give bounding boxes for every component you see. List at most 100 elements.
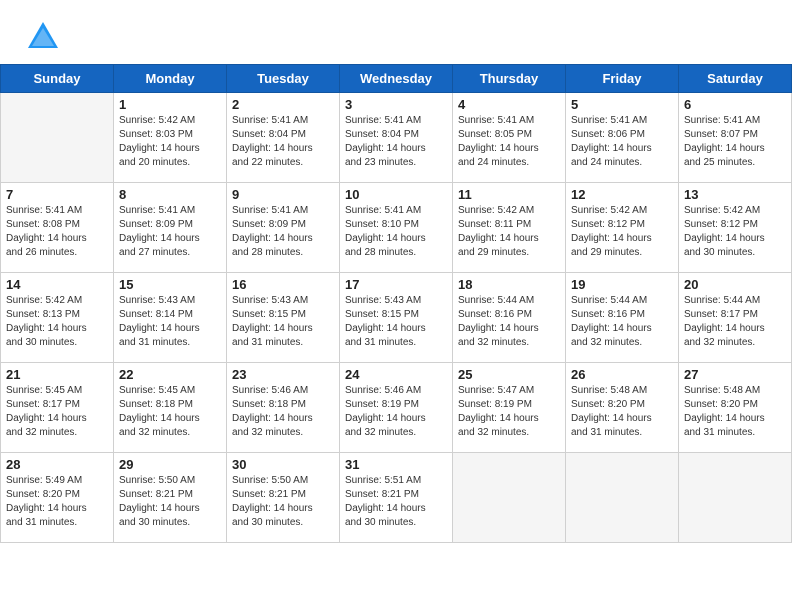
day-number: 25 <box>458 367 560 382</box>
day-info: Sunrise: 5:47 AMSunset: 8:19 PMDaylight:… <box>458 384 560 440</box>
page-header <box>0 0 792 64</box>
day-cell: 26 Sunrise: 5:48 AMSunset: 8:20 PMDayligh… <box>566 363 679 453</box>
day-number: 9 <box>232 187 334 202</box>
weekday-header-friday: Friday <box>566 65 679 93</box>
day-cell: 4Sunrise: 5:41 AMSunset: 8:05 PMDaylight… <box>453 93 566 183</box>
day-cell: 28 Sunrise: 5:49 AMSunset: 8:20 PMDayligh… <box>1 453 114 543</box>
day-cell: 22Sunrise: 5:45 AMSunset: 8:18 PMDayligh… <box>114 363 227 453</box>
week-row-5: 28 Sunrise: 5:49 AMSunset: 8:20 PMDayligh… <box>1 453 792 543</box>
day-cell: 1Sunrise: 5:42 AMSunset: 8:03 PMDaylight… <box>114 93 227 183</box>
day-info: Sunrise: 5:50 AMSunset: 8:21 PMDaylight:… <box>119 474 221 530</box>
day-info: Sunrise: 5:42 AMSunset: 8:12 PMDaylight:… <box>684 204 786 260</box>
day-cell: 7Sunrise: 5:41 AMSunset: 8:08 PMDaylight… <box>1 183 114 273</box>
day-number: 5 <box>571 97 673 112</box>
day-number: 13 <box>684 187 786 202</box>
day-number: 14 <box>6 277 108 292</box>
day-info: Sunrise: 5:41 AMSunset: 8:07 PMDaylight:… <box>684 114 786 170</box>
logo-icon <box>24 18 62 56</box>
weekday-header-row: SundayMondayTuesdayWednesdayThursdayFrid… <box>1 65 792 93</box>
day-info: Sunrise: 5:43 AMSunset: 8:15 PMDaylight:… <box>232 294 334 350</box>
day-cell: 11 Sunrise: 5:42 AMSunset: 8:11 PMDayligh… <box>453 183 566 273</box>
week-row-1: 1Sunrise: 5:42 AMSunset: 8:03 PMDaylight… <box>1 93 792 183</box>
day-cell: 5 Sunrise: 5:41 AMSunset: 8:06 PMDaylight… <box>566 93 679 183</box>
day-number: 3 <box>345 97 447 112</box>
day-cell: 13 Sunrise: 5:42 AMSunset: 8:12 PMDayligh… <box>679 183 792 273</box>
day-number: 29 <box>119 457 221 472</box>
day-cell: 31 Sunrise: 5:51 AMSunset: 8:21 PMDayligh… <box>340 453 453 543</box>
day-info: Sunrise: 5:45 AMSunset: 8:17 PMDaylight:… <box>6 384 108 440</box>
logo <box>24 18 64 56</box>
day-info: Sunrise: 5:44 AMSunset: 8:17 PMDaylight:… <box>684 294 786 350</box>
day-info: Sunrise: 5:49 AMSunset: 8:20 PMDaylight:… <box>6 474 108 530</box>
day-info: Sunrise: 5:42 AMSunset: 8:11 PMDaylight:… <box>458 204 560 260</box>
day-cell: 8Sunrise: 5:41 AMSunset: 8:09 PMDaylight… <box>114 183 227 273</box>
day-cell: 27 Sunrise: 5:48 AMSunset: 8:20 PMDayligh… <box>679 363 792 453</box>
day-number: 30 <box>232 457 334 472</box>
day-number: 16 <box>232 277 334 292</box>
day-cell: 10 Sunrise: 5:41 AMSunset: 8:10 PMDayligh… <box>340 183 453 273</box>
day-cell: 15 Sunrise: 5:43 AMSunset: 8:14 PMDayligh… <box>114 273 227 363</box>
day-cell: 16 Sunrise: 5:43 AMSunset: 8:15 PMDayligh… <box>227 273 340 363</box>
weekday-header-sunday: Sunday <box>1 65 114 93</box>
day-number: 11 <box>458 187 560 202</box>
weekday-header-tuesday: Tuesday <box>227 65 340 93</box>
day-number: 2 <box>232 97 334 112</box>
day-cell: 20Sunrise: 5:44 AMSunset: 8:17 PMDayligh… <box>679 273 792 363</box>
day-number: 15 <box>119 277 221 292</box>
day-number: 28 <box>6 457 108 472</box>
day-number: 23 <box>232 367 334 382</box>
day-info: Sunrise: 5:46 AMSunset: 8:18 PMDaylight:… <box>232 384 334 440</box>
day-info: Sunrise: 5:51 AMSunset: 8:21 PMDaylight:… <box>345 474 447 530</box>
week-row-4: 21 Sunrise: 5:45 AMSunset: 8:17 PMDayligh… <box>1 363 792 453</box>
day-number: 12 <box>571 187 673 202</box>
day-info: Sunrise: 5:46 AMSunset: 8:19 PMDaylight:… <box>345 384 447 440</box>
day-number: 7 <box>6 187 108 202</box>
day-number: 31 <box>345 457 447 472</box>
day-info: Sunrise: 5:41 AMSunset: 8:04 PMDaylight:… <box>232 114 334 170</box>
day-info: Sunrise: 5:45 AMSunset: 8:18 PMDaylight:… <box>119 384 221 440</box>
calendar-table: SundayMondayTuesdayWednesdayThursdayFrid… <box>0 64 792 543</box>
day-cell: 3 Sunrise: 5:41 AMSunset: 8:04 PMDaylight… <box>340 93 453 183</box>
day-cell: 21 Sunrise: 5:45 AMSunset: 8:17 PMDayligh… <box>1 363 114 453</box>
day-number: 26 <box>571 367 673 382</box>
day-number: 21 <box>6 367 108 382</box>
day-cell: 29 Sunrise: 5:50 AMSunset: 8:21 PMDayligh… <box>114 453 227 543</box>
day-number: 10 <box>345 187 447 202</box>
day-number: 27 <box>684 367 786 382</box>
day-cell: 6 Sunrise: 5:41 AMSunset: 8:07 PMDaylight… <box>679 93 792 183</box>
day-number: 18 <box>458 277 560 292</box>
weekday-header-thursday: Thursday <box>453 65 566 93</box>
day-number: 19 <box>571 277 673 292</box>
day-info: Sunrise: 5:44 AMSunset: 8:16 PMDaylight:… <box>571 294 673 350</box>
day-cell: 12Sunrise: 5:42 AMSunset: 8:12 PMDayligh… <box>566 183 679 273</box>
day-info: Sunrise: 5:43 AMSunset: 8:15 PMDaylight:… <box>345 294 447 350</box>
day-info: Sunrise: 5:44 AMSunset: 8:16 PMDaylight:… <box>458 294 560 350</box>
day-info: Sunrise: 5:48 AMSunset: 8:20 PMDaylight:… <box>571 384 673 440</box>
day-info: Sunrise: 5:48 AMSunset: 8:20 PMDaylight:… <box>684 384 786 440</box>
day-info: Sunrise: 5:41 AMSunset: 8:10 PMDaylight:… <box>345 204 447 260</box>
day-cell <box>566 453 679 543</box>
weekday-header-wednesday: Wednesday <box>340 65 453 93</box>
day-cell <box>679 453 792 543</box>
day-number: 8 <box>119 187 221 202</box>
day-cell <box>453 453 566 543</box>
day-cell <box>1 93 114 183</box>
day-number: 4 <box>458 97 560 112</box>
day-info: Sunrise: 5:41 AMSunset: 8:06 PMDaylight:… <box>571 114 673 170</box>
day-cell: 17 Sunrise: 5:43 AMSunset: 8:15 PMDayligh… <box>340 273 453 363</box>
day-cell: 25 Sunrise: 5:47 AMSunset: 8:19 PMDayligh… <box>453 363 566 453</box>
week-row-2: 7Sunrise: 5:41 AMSunset: 8:08 PMDaylight… <box>1 183 792 273</box>
day-number: 6 <box>684 97 786 112</box>
day-cell: 19 Sunrise: 5:44 AMSunset: 8:16 PMDayligh… <box>566 273 679 363</box>
week-row-3: 14Sunrise: 5:42 AMSunset: 8:13 PMDayligh… <box>1 273 792 363</box>
day-info: Sunrise: 5:43 AMSunset: 8:14 PMDaylight:… <box>119 294 221 350</box>
day-info: Sunrise: 5:42 AMSunset: 8:03 PMDaylight:… <box>119 114 221 170</box>
day-number: 17 <box>345 277 447 292</box>
day-number: 24 <box>345 367 447 382</box>
day-cell: 14Sunrise: 5:42 AMSunset: 8:13 PMDayligh… <box>1 273 114 363</box>
day-info: Sunrise: 5:41 AMSunset: 8:04 PMDaylight:… <box>345 114 447 170</box>
day-cell: 30Sunrise: 5:50 AMSunset: 8:21 PMDayligh… <box>227 453 340 543</box>
weekday-header-monday: Monday <box>114 65 227 93</box>
day-cell: 24 Sunrise: 5:46 AMSunset: 8:19 PMDayligh… <box>340 363 453 453</box>
day-cell: 18 Sunrise: 5:44 AMSunset: 8:16 PMDayligh… <box>453 273 566 363</box>
